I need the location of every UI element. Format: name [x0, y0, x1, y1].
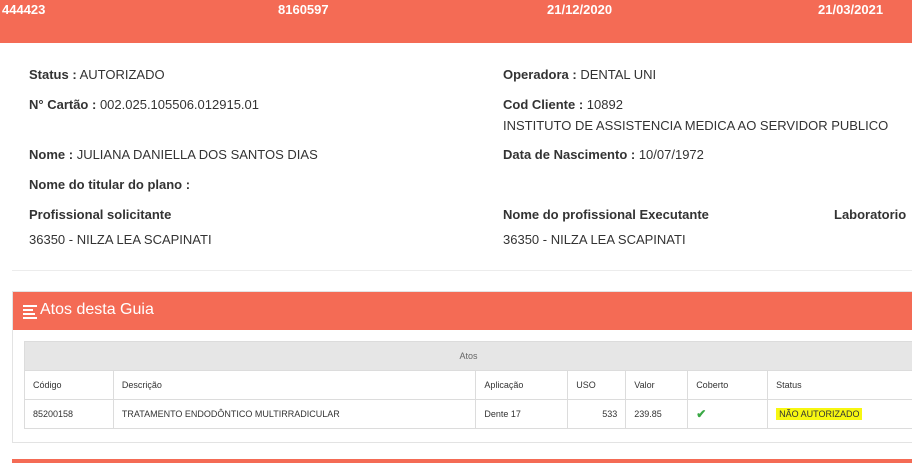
col-coberto[interactable]: Coberto: [687, 370, 769, 400]
operadora-field: Operadora : DENTAL UNI: [503, 67, 657, 82]
col-valor[interactable]: Valor: [625, 370, 689, 400]
expiry-date: 21/03/2021: [818, 2, 884, 17]
atos-table: Atos Código Descrição Aplicação USO Valo…: [24, 341, 912, 429]
atos-header: Atos desta Guia: [13, 292, 912, 330]
atos-title: Atos desta Guia: [40, 301, 154, 318]
laboratorio-label: Laboratorio: [834, 207, 907, 222]
col-uso[interactable]: USO: [567, 370, 627, 400]
cell-descricao: TRATAMENTO ENDODÔNTICO MULTIRRADICULAR: [112, 399, 477, 429]
status-badge: NÃO AUTORIZADO: [776, 408, 863, 420]
solicitante-value: 36350 - NILZA LEA SCAPINATI: [29, 232, 212, 247]
table-group-header: Atos: [24, 341, 912, 371]
executante-value: 36350 - NILZA LEA SCAPINATI: [503, 232, 686, 247]
col-status[interactable]: Status: [767, 370, 912, 400]
cliente-name: INSTITUTO DE ASSISTENCIA MEDICA AO SERVI…: [503, 118, 889, 133]
cartao-value: 002.025.105506.012915.01: [99, 97, 259, 112]
issue-date: 21/12/2020: [547, 2, 613, 17]
cell-valor: 239.85: [625, 399, 689, 429]
status-field: Status : AUTORIZADO: [29, 67, 165, 82]
nome-field: Nome : JULIANA DANIELLA DOS SANTOS DIAS: [29, 147, 318, 162]
col-descricao[interactable]: Descrição: [112, 370, 477, 400]
section-divider: [12, 270, 912, 271]
cell-uso: 533: [567, 399, 627, 429]
check-icon: ✔: [696, 407, 707, 421]
cell-aplicacao: Dente 17: [475, 399, 569, 429]
table-header-row: Código Descrição Aplicação USO Valor Cob…: [24, 370, 912, 400]
operadora-value: DENTAL UNI: [580, 67, 657, 82]
list-icon: [23, 304, 37, 319]
table-row[interactable]: 85200158 TRATAMENTO ENDODÔNTICO MULTIRRA…: [24, 399, 912, 429]
cartao-field: N° Cartão : 002.025.105506.012915.01: [29, 97, 259, 112]
cod-cliente-field: Cod Cliente : 10892: [503, 97, 623, 112]
nascimento-value: 10/07/1972: [638, 147, 704, 162]
next-section-header: [12, 459, 912, 463]
nascimento-field: Data de Nascimento : 10/07/1972: [503, 147, 704, 162]
col-aplicacao[interactable]: Aplicação: [475, 370, 569, 400]
cell-codigo: 85200158: [24, 399, 114, 429]
guide-summary-bar: 444423 8160597 21/12/2020 21/03/2021: [0, 0, 912, 43]
solicitante-label: Profissional solicitante: [29, 207, 172, 222]
col-codigo[interactable]: Código: [24, 370, 114, 400]
nome-value: JULIANA DANIELLA DOS SANTOS DIAS: [76, 147, 318, 162]
cell-coberto: ✔: [687, 399, 769, 429]
guide-number: 444423: [2, 2, 46, 17]
card-code: 8160597: [278, 2, 329, 17]
atos-panel: Atos desta Guia Atos Código Descrição Ap…: [12, 291, 912, 443]
cell-status: NÃO AUTORIZADO: [767, 399, 912, 429]
atos-group-header: Atos: [24, 341, 912, 371]
executante-label: Nome do profissional Executante: [503, 207, 709, 222]
status-value: AUTORIZADO: [79, 67, 165, 82]
titular-field: Nome do titular do plano :: [29, 177, 191, 192]
cod-cliente-value: 10892: [586, 97, 623, 112]
